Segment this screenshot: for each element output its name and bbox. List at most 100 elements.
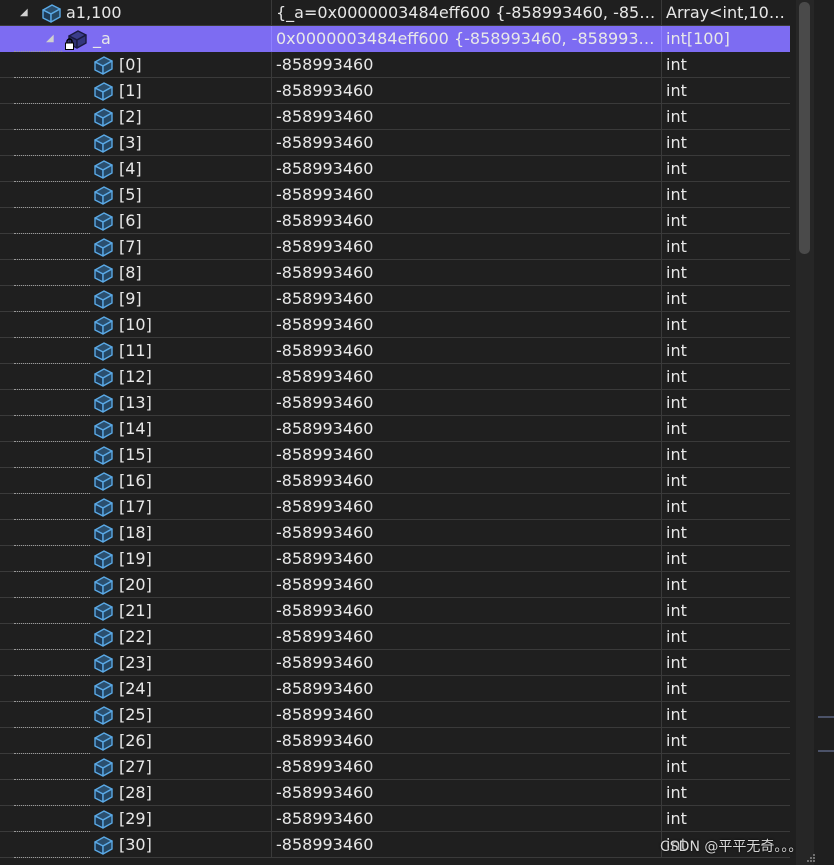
watch-element-row[interactable]: [27] -858993460 int	[0, 754, 790, 780]
field-cube-icon	[94, 420, 113, 439]
field-cube-icon	[94, 368, 113, 387]
scrollbar-thumb[interactable]	[799, 2, 810, 254]
watch-element-row[interactable]: [1] -858993460 int	[0, 78, 790, 104]
watch-name: _a	[93, 29, 111, 48]
element-index: [19]	[119, 549, 152, 568]
element-index: [6]	[119, 211, 142, 230]
watch-element-row[interactable]: [17] -858993460 int	[0, 494, 790, 520]
element-value: -858993460	[276, 419, 374, 438]
element-type: int	[666, 419, 687, 438]
window-edge-marker	[818, 750, 834, 752]
field-cube-icon	[94, 56, 113, 75]
watch-element-row[interactable]: [12] -858993460 int	[0, 364, 790, 390]
element-value: -858993460	[276, 497, 374, 516]
watch-element-row[interactable]: [6] -858993460 int	[0, 208, 790, 234]
element-index: [29]	[119, 809, 152, 828]
field-cube-icon	[94, 212, 113, 231]
element-value: -858993460	[276, 575, 374, 594]
element-type: int	[666, 289, 687, 308]
watch-element-row[interactable]: [29] -858993460 int	[0, 806, 790, 832]
watch-element-row[interactable]: [11] -858993460 int	[0, 338, 790, 364]
field-cube-icon	[94, 160, 113, 179]
element-type: int	[666, 393, 687, 412]
element-index: [5]	[119, 185, 142, 204]
element-index: [16]	[119, 471, 152, 490]
element-type: int	[666, 731, 687, 750]
watch-element-row[interactable]: [2] -858993460 int	[0, 104, 790, 130]
element-type: int	[666, 185, 687, 204]
field-cube-icon	[94, 316, 113, 335]
watch-element-row[interactable]: [19] -858993460 int	[0, 546, 790, 572]
element-index: [27]	[119, 757, 152, 776]
watch-element-row[interactable]: [20] -858993460 int	[0, 572, 790, 598]
field-cube-icon	[94, 758, 113, 777]
element-value: -858993460	[276, 393, 374, 412]
watch-element-row[interactable]: [5] -858993460 int	[0, 182, 790, 208]
field-cube-icon	[94, 706, 113, 725]
element-type: int	[666, 523, 687, 542]
vertical-scrollbar[interactable]	[796, 0, 814, 865]
element-value: -858993460	[276, 55, 374, 74]
watch-element-row[interactable]: [4] -858993460 int	[0, 156, 790, 182]
resize-grip-icon[interactable]	[806, 853, 816, 863]
watch-element-row[interactable]: [8] -858993460 int	[0, 260, 790, 286]
element-index: [7]	[119, 237, 142, 256]
watch-element-row[interactable]: [25] -858993460 int	[0, 702, 790, 728]
watch-row-child[interactable]: ◢ _a 0x0000003484eff600 {-858993460, -85…	[0, 26, 790, 52]
element-index: [18]	[119, 523, 152, 542]
watch-element-row[interactable]: [9] -858993460 int	[0, 286, 790, 312]
field-cube-icon	[94, 550, 113, 569]
watch-element-row[interactable]: [24] -858993460 int	[0, 676, 790, 702]
field-cube-icon	[42, 4, 61, 23]
field-cube-icon	[94, 680, 113, 699]
watch-element-row[interactable]: [23] -858993460 int	[0, 650, 790, 676]
element-index: [24]	[119, 679, 152, 698]
watch-element-row[interactable]: [7] -858993460 int	[0, 234, 790, 260]
watch-element-row[interactable]: [22] -858993460 int	[0, 624, 790, 650]
element-type: int	[666, 809, 687, 828]
field-cube-icon	[94, 342, 113, 361]
element-value: -858993460	[276, 81, 374, 100]
element-value: -858993460	[276, 133, 374, 152]
watch-element-row[interactable]: [26] -858993460 int	[0, 728, 790, 754]
element-value: -858993460	[276, 523, 374, 542]
watch-element-row[interactable]: [13] -858993460 int	[0, 390, 790, 416]
element-type: int	[666, 757, 687, 776]
field-cube-icon	[94, 498, 113, 517]
element-index: [26]	[119, 731, 152, 750]
element-type: int	[666, 471, 687, 490]
element-type: int	[666, 627, 687, 646]
element-index: [9]	[119, 289, 142, 308]
field-cube-icon	[94, 524, 113, 543]
watch-element-row[interactable]: [10] -858993460 int	[0, 312, 790, 338]
element-value: -858993460	[276, 549, 374, 568]
watch-element-row[interactable]: [0] -858993460 int	[0, 52, 790, 78]
element-type: int	[666, 575, 687, 594]
watch-row-parent[interactable]: ◢ a1,100 {_a=0x0000003484eff600 {-858993…	[0, 0, 790, 26]
element-value: -858993460	[276, 627, 374, 646]
watch-element-row[interactable]: [16] -858993460 int	[0, 468, 790, 494]
element-index: [8]	[119, 263, 142, 282]
element-type: int	[666, 601, 687, 620]
element-type: int	[666, 107, 687, 126]
element-index: [22]	[119, 627, 152, 646]
expanded-triangle-icon[interactable]: ◢	[20, 0, 32, 26]
watch-element-row[interactable]: [21] -858993460 int	[0, 598, 790, 624]
element-index: [15]	[119, 445, 152, 464]
element-type: int	[666, 705, 687, 724]
expanded-triangle-icon[interactable]: ◢	[46, 26, 58, 52]
watch-element-row[interactable]: [14] -858993460 int	[0, 416, 790, 442]
element-value: -858993460	[276, 367, 374, 386]
watch-value: {_a=0x0000003484eff600 {-858993460, -858…	[276, 3, 658, 22]
watch-element-row[interactable]: [18] -858993460 int	[0, 520, 790, 546]
element-index: [23]	[119, 653, 152, 672]
element-index: [12]	[119, 367, 152, 386]
watch-element-row[interactable]: [3] -858993460 int	[0, 130, 790, 156]
element-value: -858993460	[276, 809, 374, 828]
watch-element-row[interactable]: [15] -858993460 int	[0, 442, 790, 468]
element-index: [25]	[119, 705, 152, 724]
element-index: [4]	[119, 159, 142, 178]
watch-element-row[interactable]: [28] -858993460 int	[0, 780, 790, 806]
watch-type: int[100]	[666, 29, 730, 48]
element-value: -858993460	[276, 445, 374, 464]
